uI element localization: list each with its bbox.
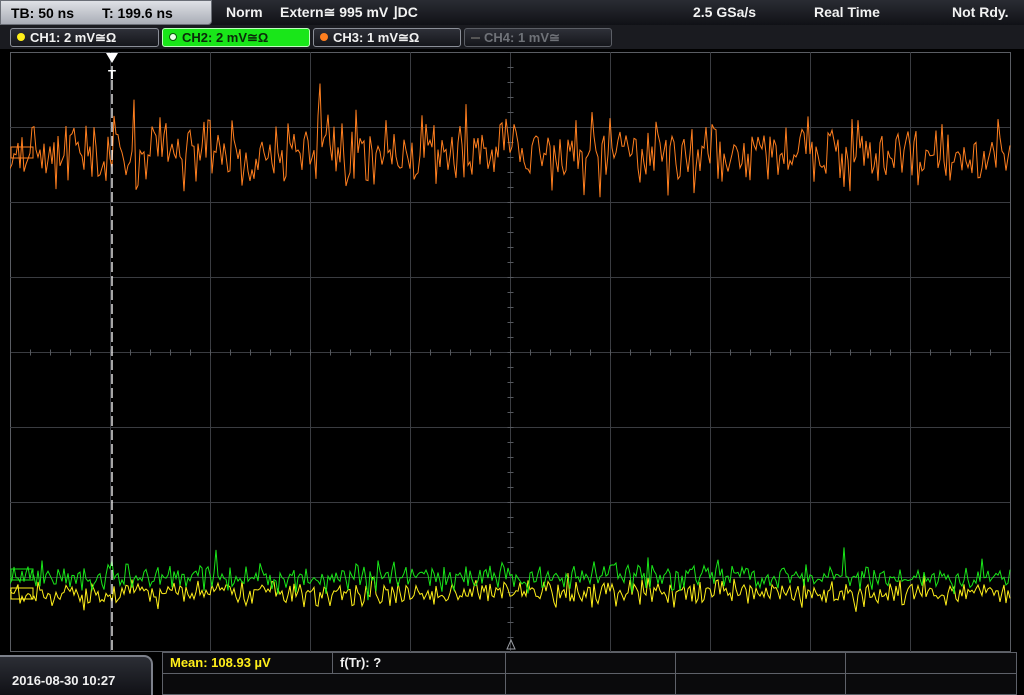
channel-tab-ch1[interactable]: CH1: 2 mV≅Ω — [10, 28, 159, 47]
channel-tab-ch4[interactable]: CH4: 1 mV≅ — [464, 28, 612, 47]
mean-measurement: Mean: 108.93 µV — [170, 655, 271, 670]
channel-label: CH4: 1 mV≅ — [484, 30, 560, 45]
coupling-symbol: ≅ — [323, 4, 336, 20]
timebase-panel[interactable]: TB: 50 ns T: 199.6 ns — [0, 0, 212, 25]
channel-tab-ch2[interactable]: CH2: 2 mV≅Ω — [162, 28, 310, 47]
ch1-indicator-icon — [17, 33, 25, 41]
datetime-panel[interactable]: 2016-08-30 10:27 — [0, 655, 153, 695]
trigger-coupling: DC — [397, 4, 418, 20]
ch3-indicator-icon — [320, 33, 328, 41]
channel-label: CH1: 2 mV≅Ω — [30, 30, 117, 45]
run-status: Not Rdy. — [952, 4, 1009, 20]
ch2-indicator-icon — [169, 33, 177, 41]
trigger-marker-label: T — [108, 67, 116, 82]
timebase-readout: TB: 50 ns — [11, 5, 75, 21]
measurement-cell — [676, 674, 846, 694]
channel-label: CH2: 2 mV≅Ω — [182, 30, 269, 45]
measurement-cell — [163, 674, 506, 694]
rise-frequency-measurement: f(Tr): ? — [340, 655, 382, 670]
datetime-readout: 2016-08-30 10:27 — [12, 673, 116, 688]
trigger-mode[interactable]: Norm — [226, 4, 263, 20]
sample-rate: 2.5 GSa/s — [693, 4, 757, 20]
status-bar: TB: 50 ns T: 199.6 ns Norm Extern≅ 995 m… — [0, 0, 1024, 25]
waveform-canvas: T — [10, 52, 1011, 652]
trigger-time-readout: T: 199.6 ns — [102, 5, 173, 21]
measurement-cell[interactable] — [676, 653, 846, 674]
acquisition-mode[interactable]: Real Time — [814, 4, 880, 20]
waveform-display[interactable]: T — [10, 52, 1011, 652]
measurement-cell — [506, 674, 676, 694]
trigger-source[interactable]: Extern≅ 995 mV ⌋DC — [280, 4, 418, 21]
measurement-cell[interactable] — [846, 653, 1016, 674]
channel-bar: CH1: 2 mV≅Ω CH2: 2 mV≅Ω CH3: 1 mV≅Ω CH4:… — [0, 25, 1024, 49]
channel-tab-ch3[interactable]: CH3: 1 mV≅Ω — [313, 28, 461, 47]
ch4-off-icon — [471, 37, 480, 39]
trigger-level: 995 mV — [339, 4, 389, 20]
trigger-source-label: Extern — [280, 4, 324, 20]
channel-label: CH3: 1 mV≅Ω — [333, 30, 420, 45]
measurement-panel[interactable]: Mean: 108.93 µV f(Tr): ? — [162, 652, 1017, 695]
measurement-cell[interactable] — [506, 653, 676, 674]
